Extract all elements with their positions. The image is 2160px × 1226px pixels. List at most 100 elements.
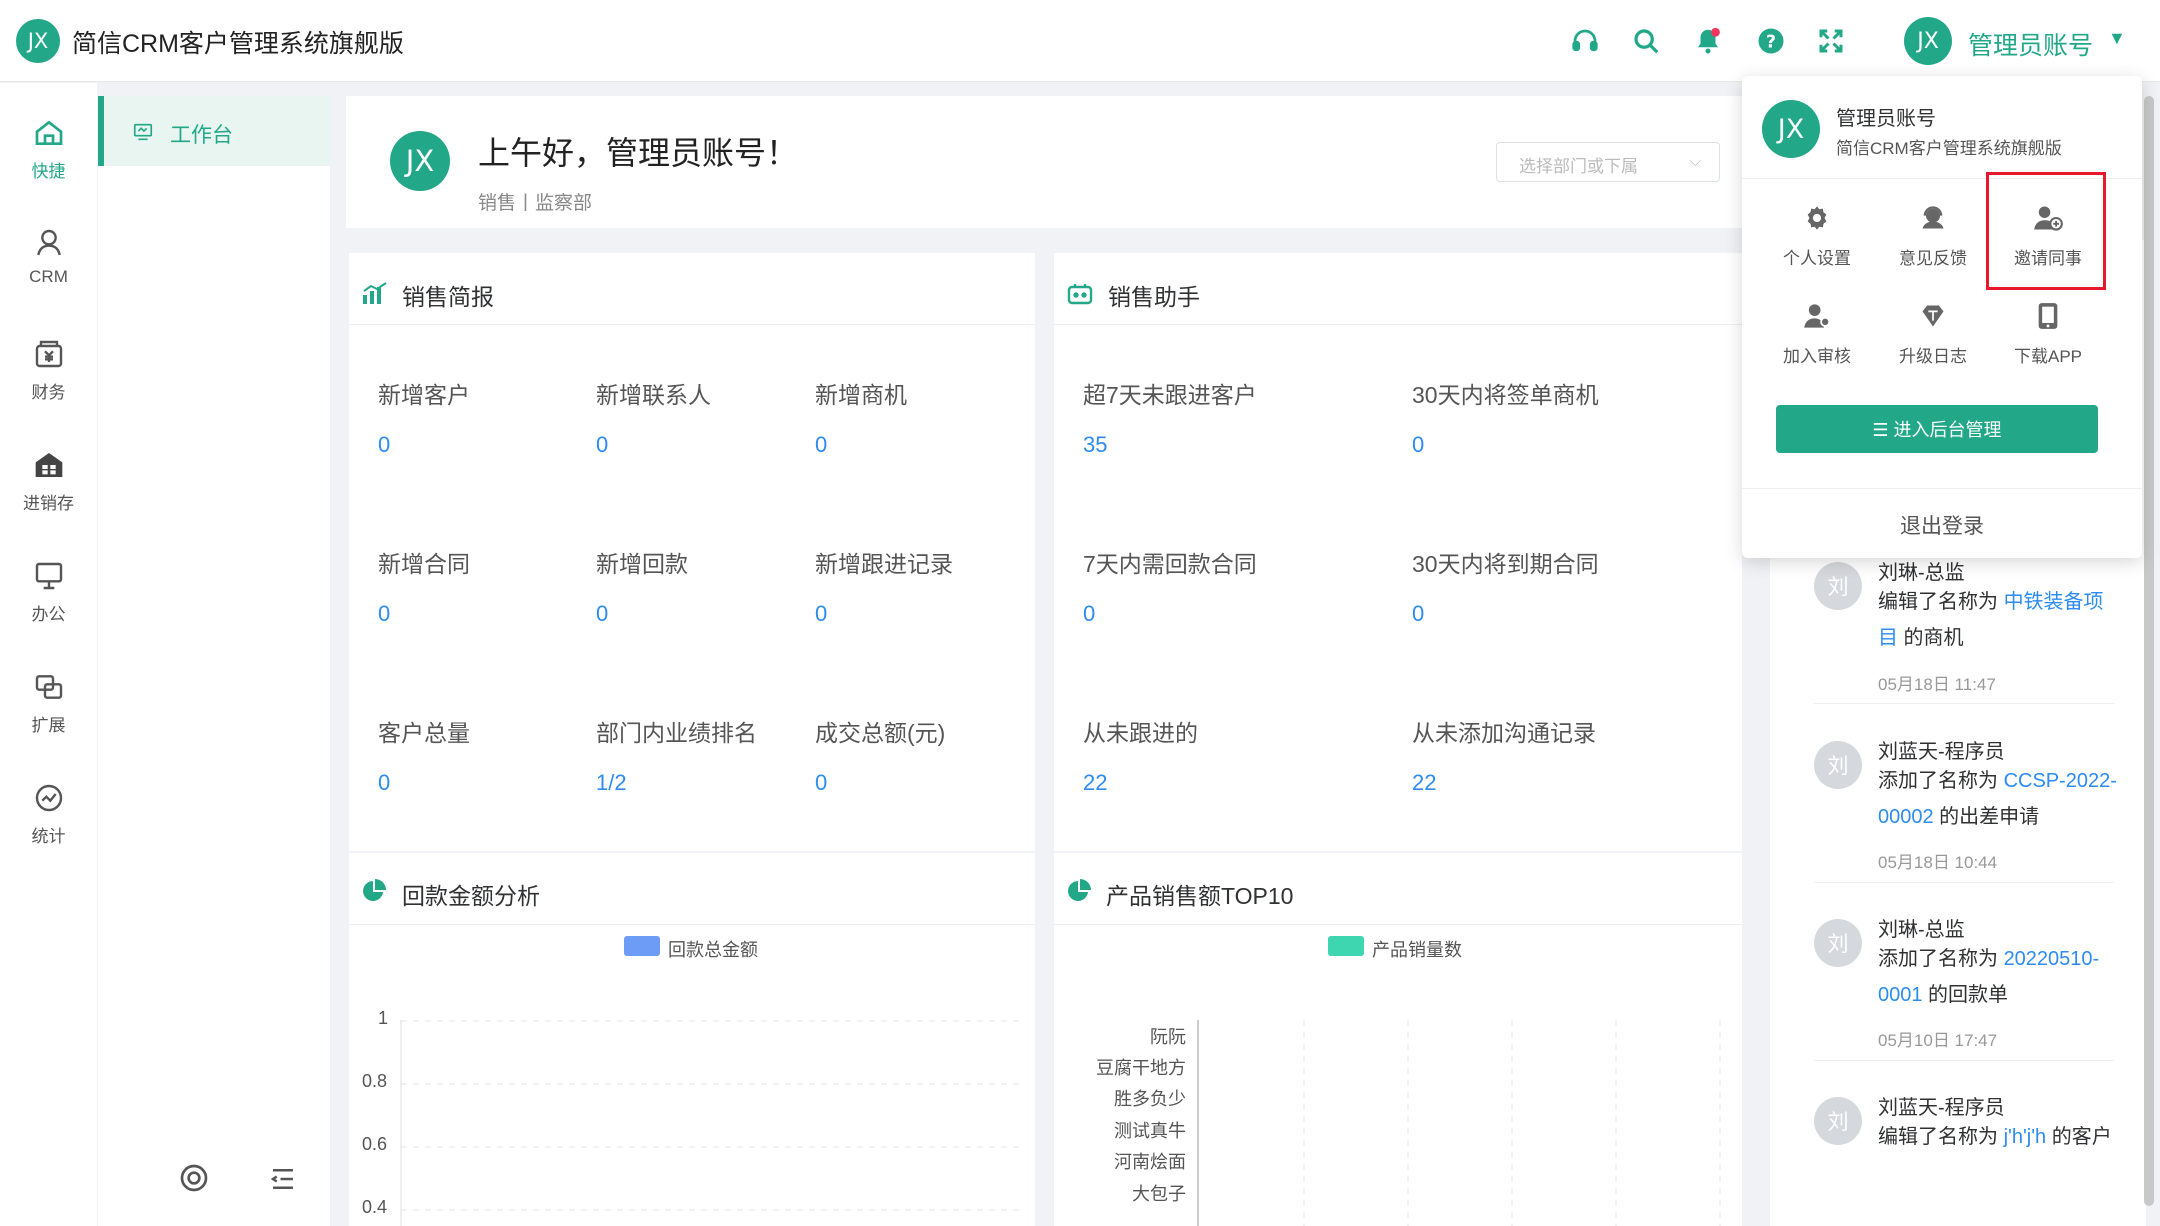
chevron-down-icon[interactable]: ▼ [2108,28,2126,49]
stat-label: 新增回款 [596,551,688,577]
category-label: 豆腐干地方 [1096,1058,1186,1078]
stat-label: 新增商机 [815,382,907,408]
activity-text: 编辑了名称为 j'h'j'h 的客户 [1878,1119,2123,1219]
warehouse-icon [29,445,69,485]
nav-item-extend[interactable]: 扩展 [0,667,97,757]
activity-time: 05月10日 17:47 [1878,1031,1998,1050]
greeting-text: 上午好，管理员账号！ [478,135,799,171]
nav-label: 统计 [31,827,66,846]
bell-icon[interactable] [1689,22,1727,60]
stat-value[interactable]: 0 [596,601,608,627]
nav-label: 进销存 [23,494,74,513]
stat-value[interactable]: 0 [1412,601,1424,627]
download-app-button[interactable]: 下载APP [1990,298,2106,384]
stat-value[interactable]: 0 [378,601,390,627]
category-label: 大包子 [1132,1184,1186,1204]
submenu-item-label[interactable]: 工作台 [170,119,233,149]
stat-value[interactable]: 35 [1083,432,1107,458]
stat-value[interactable]: 0 [1412,432,1424,458]
download-app-icon [2030,298,2066,334]
search-icon[interactable] [1627,22,1665,60]
activity-time: 05月18日 11:47 [1878,675,1996,694]
activity-user: 刘琳-总监 [1878,562,1965,584]
activity-text: 编辑了名称为 中铁装备项目 的商机 [1878,584,2123,656]
stat-label: 成交总额(元) [815,720,946,746]
activity-avatar: 刘 [1814,741,1862,789]
activity-time: 05月18日 10:44 [1878,853,1998,872]
activity-avatar: 刘 [1814,919,1862,967]
app-title: 简信CRM客户管理系统旗舰版 [72,30,404,58]
nav-label: 扩展 [31,716,66,735]
user-icon [29,223,69,263]
stat-label: 客户总量 [378,720,470,746]
user-avatar[interactable]: JX [1904,17,1952,65]
nav-item-stats[interactable]: 统计 [0,778,97,868]
target-icon[interactable] [178,1162,210,1199]
activity-text-post: 的出差申请 [1933,806,2040,828]
legend-swatch[interactable] [624,936,660,956]
activity-text-pre: 编辑了名称为 [1878,591,2004,613]
app-logo: JX [16,19,60,63]
help-icon[interactable]: ? [1752,22,1790,60]
stat-value[interactable]: 0 [815,770,827,796]
stat-value[interactable]: 0 [815,432,827,458]
sales-brief-title: 销售简报 [402,284,494,310]
fullscreen-icon[interactable] [1812,22,1850,60]
feedback-icon [1915,200,1951,236]
nav-item-finance[interactable]: 财务 [0,334,97,424]
divider [1814,882,2114,883]
logout-button[interactable]: 退出登录 [1742,510,2142,540]
divider [1742,488,2142,489]
page-scrollbar[interactable] [2144,96,2154,1206]
y-tick-label: 0.4 [362,1197,388,1217]
stat-label: 从未跟进的 [1083,720,1198,746]
category-label: 胜多负少 [1114,1089,1186,1109]
nav-item-crm[interactable]: CRM [0,223,97,313]
divider [1054,924,1742,925]
nav-item-quick[interactable]: 快捷 [0,113,97,203]
legend-label[interactable]: 产品销量数 [1372,936,1462,962]
personal-settings-button[interactable]: 个人设置 [1759,200,1875,286]
pie-chart-icon [362,879,386,908]
upgrade-log-icon [1915,298,1951,334]
stat-value[interactable]: 0 [596,432,608,458]
stat-value[interactable]: 0 [815,601,827,627]
activity-user: 刘蓝天-程序员 [1878,741,2005,763]
nav-item-inventory[interactable]: 进销存 [0,445,97,535]
extend-icon [29,667,69,707]
headset-icon[interactable] [1566,22,1604,60]
activity-text-pre: 添加了名称为 [1878,948,2004,970]
tile-label: 加入审核 [1783,347,1851,366]
legend-label[interactable]: 回款总金额 [668,936,758,962]
finance-icon [29,334,69,374]
payment-analysis-title: 回款金额分析 [402,883,540,909]
dropdown-user-name: 管理员账号 [1836,108,1936,130]
bar-chart-icon [362,281,388,310]
stat-value[interactable]: 22 [1083,770,1107,796]
activity-text: 添加了名称为 20220510-0001 的回款单 [1878,941,2123,1013]
activity-link[interactable]: j'h'j'h [2004,1126,2047,1148]
activity-text-post: 的回款单 [1922,984,2009,1006]
department-select[interactable]: 选择部门或下属 ⌵ [1496,142,1720,182]
y-tick-label: 0.6 [362,1134,388,1154]
stat-value[interactable]: 1/2 [596,770,627,796]
upgrade-log-button[interactable]: 升级日志 [1875,298,1991,384]
activity-avatar: 刘 [1814,562,1862,610]
tile-label: 个人设置 [1783,249,1851,268]
stat-value[interactable]: 22 [1412,770,1436,796]
activity-user: 刘琳-总监 [1878,919,1965,941]
legend-swatch[interactable] [1328,936,1364,956]
nav-item-office[interactable]: 办公 [0,556,97,646]
stat-value[interactable]: 0 [378,432,390,458]
stat-label: 超7天未跟进客户 [1083,382,1257,408]
user-menu-name[interactable]: 管理员账号 [1968,26,2093,62]
collapse-menu-icon[interactable] [268,1164,298,1199]
stat-value[interactable]: 0 [378,770,390,796]
product-top10-title: 产品销售额TOP10 [1106,883,1294,909]
feedback-button[interactable]: 意见反馈 [1875,200,1991,286]
enter-admin-button[interactable]: ☰ 进入后台管理 [1776,405,2098,453]
stat-value[interactable]: 0 [1083,601,1095,627]
activity-text: 添加了名称为 CCSP-2022-00002 的出差申请 [1878,763,2123,835]
chevron-down-icon: ⌵ [1689,153,1701,170]
join-review-button[interactable]: 加入审核 [1759,298,1875,384]
